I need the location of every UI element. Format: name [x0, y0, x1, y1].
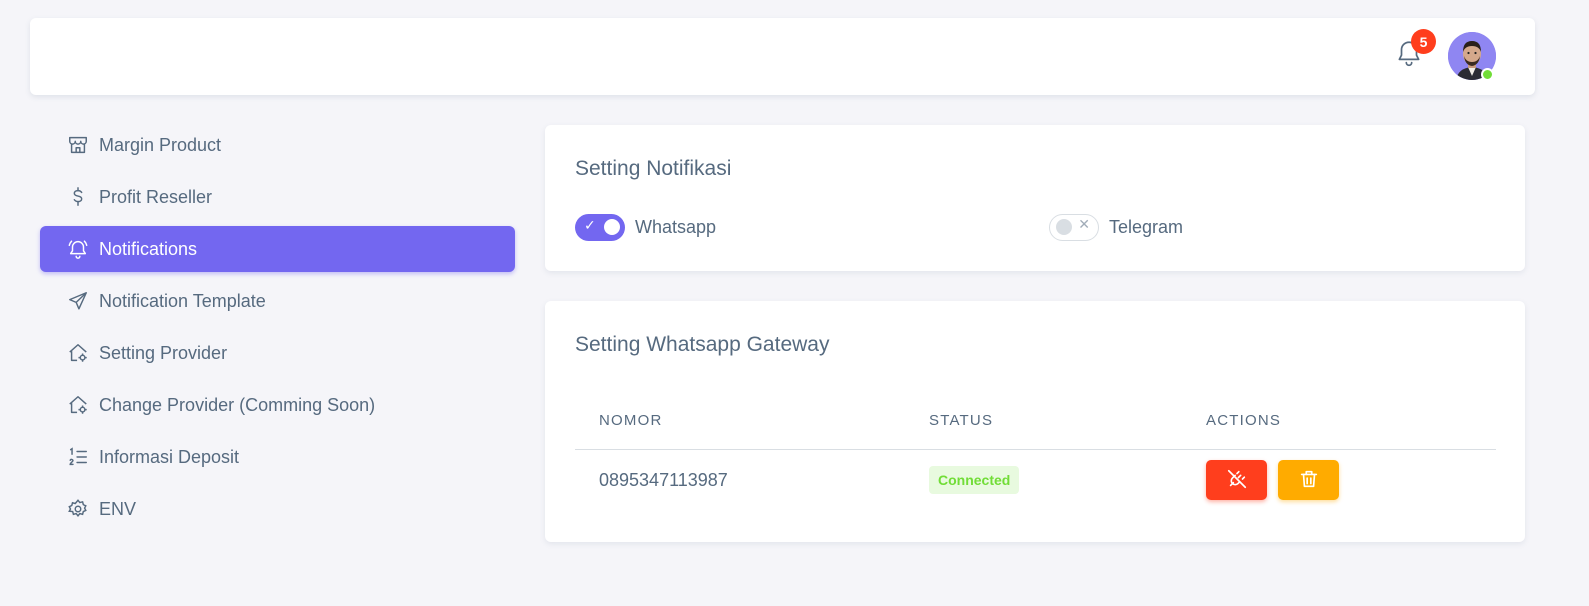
status-cell: Connected: [905, 449, 1182, 511]
telegram-toggle-row: ✕ Telegram: [1049, 214, 1183, 241]
x-icon: ✕: [1078, 216, 1090, 232]
trash-icon: [1298, 468, 1320, 493]
table-row: 0895347113987 Connected: [575, 449, 1496, 511]
sidebar-item-profit-reseller[interactable]: Profit Reseller: [40, 174, 515, 220]
sidebar-item-change-provider[interactable]: Change Provider (Comming Soon): [40, 382, 515, 428]
sidebar-item-label: Change Provider (Comming Soon): [99, 394, 376, 415]
top-navbar: 5: [30, 18, 1535, 95]
sidebar-item-label: ENV: [99, 498, 137, 519]
actions-cell: [1182, 449, 1496, 511]
sidebar-item-notifications[interactable]: Notifications: [40, 226, 515, 272]
card-title: Setting Whatsapp Gateway: [575, 333, 830, 356]
column-header-status: STATUS: [905, 393, 1182, 450]
home-cog-icon: [66, 341, 90, 365]
whatsapp-toggle-row: ✓ Whatsapp: [575, 214, 716, 241]
nomor-cell: 0895347113987: [599, 469, 728, 490]
column-header-nomor: NOMOR: [575, 393, 905, 450]
notification-count-badge: 5: [1411, 29, 1436, 54]
check-icon: ✓: [584, 217, 596, 233]
card-title: Setting Notifikasi: [575, 157, 732, 180]
sidebar-item-label: Notifications: [99, 238, 198, 259]
sidebar-item-label: Setting Provider: [99, 342, 228, 363]
send-icon: [66, 289, 90, 313]
settings-sidebar: Margin Product Profit Reseller Notificat…: [40, 122, 515, 538]
sidebar-item-label: Informasi Deposit: [99, 446, 240, 467]
status-badge: Connected: [929, 466, 1020, 495]
delete-button[interactable]: [1278, 460, 1340, 501]
table-header-row: NOMOR STATUS ACTIONS: [575, 393, 1496, 450]
notification-settings-card: Setting Notifikasi ✓ Whatsapp ✕ Telegram: [545, 125, 1525, 271]
gateway-table: NOMOR STATUS ACTIONS 0895347113987 Conne…: [575, 393, 1496, 511]
sidebar-item-setting-provider[interactable]: Setting Provider: [40, 330, 515, 376]
home-cog-icon: [66, 393, 90, 417]
sidebar-item-notification-template[interactable]: Notification Template: [40, 278, 515, 324]
column-header-actions: ACTIONS: [1182, 393, 1496, 450]
store-icon: [66, 133, 90, 157]
dollar-icon: [66, 185, 90, 209]
whatsapp-toggle[interactable]: ✓: [575, 214, 625, 241]
telegram-toggle[interactable]: ✕: [1049, 214, 1099, 241]
sidebar-item-label: Profit Reseller: [99, 186, 213, 207]
gear-icon: [66, 497, 90, 521]
bell-ringing-icon: [66, 237, 90, 261]
sidebar-item-informasi-deposit[interactable]: Informasi Deposit: [40, 434, 515, 480]
whatsapp-label: Whatsapp: [635, 217, 717, 237]
disconnect-button[interactable]: [1206, 460, 1267, 501]
sidebar-item-env[interactable]: ENV: [40, 486, 515, 532]
sidebar-item-label: Margin Product: [99, 134, 222, 155]
list-numbers-icon: [66, 445, 90, 469]
telegram-label: Telegram: [1109, 217, 1184, 237]
plug-off-icon: [1226, 468, 1248, 493]
sidebar-item-margin-product[interactable]: Margin Product: [40, 122, 515, 168]
online-status-dot: [1481, 68, 1494, 81]
sidebar-item-label: Notification Template: [99, 290, 266, 311]
whatsapp-gateway-card: Setting Whatsapp Gateway NOMOR STATUS AC…: [545, 301, 1525, 542]
